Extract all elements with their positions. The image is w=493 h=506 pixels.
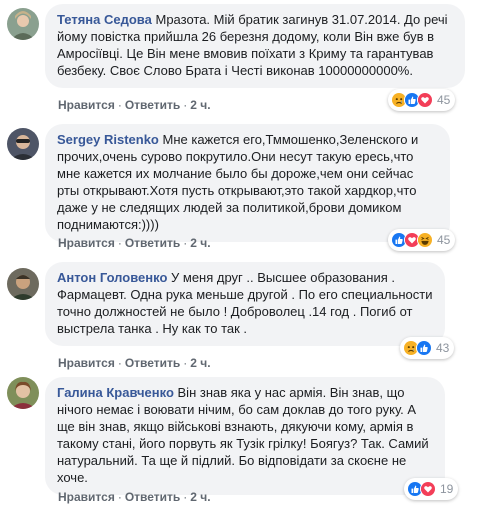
separator-dot: · [117, 236, 122, 250]
separator-dot: · [117, 490, 122, 504]
like-link[interactable]: Нравится [58, 356, 115, 370]
reaction-count: 45 [437, 233, 451, 247]
reactions-summary[interactable]: 45 [388, 229, 456, 251]
separator-dot: · [183, 236, 188, 250]
comment-text: Він знав яка у нас армія. Він знав, що н… [57, 385, 429, 485]
reactions-summary[interactable]: 19 [404, 478, 459, 500]
separator-dot: · [183, 490, 188, 504]
author-name[interactable]: Галина Кравченко [57, 385, 174, 400]
separator-dot: · [117, 356, 122, 370]
comment-bubble: Галина Кравченко Він знав яка у нас армі… [45, 377, 445, 495]
like-link[interactable]: Нравится [58, 490, 115, 504]
reply-link[interactable]: Ответить [125, 236, 180, 250]
like-link[interactable]: Нравится [58, 98, 115, 112]
avatar[interactable] [7, 128, 39, 160]
author-name[interactable]: Антон Головенко [57, 270, 167, 285]
timestamp[interactable]: 2 ч. [190, 356, 210, 370]
timestamp[interactable]: 2 ч. [190, 98, 210, 112]
like-icon [416, 340, 432, 356]
separator-dot: · [183, 356, 188, 370]
avatar[interactable] [7, 268, 39, 300]
comment-actions: Нравится · Ответить · 2 ч. [58, 97, 211, 113]
avatar[interactable] [7, 377, 39, 409]
separator-dot: · [117, 98, 122, 112]
comment-bubble: Sergey Ristenko Мне кажется его,Тммошенк… [45, 124, 450, 242]
avatar[interactable] [7, 8, 39, 40]
comment-bubble: Тетяна Седова Мразота. Мій братик загину… [45, 4, 465, 88]
comment-actions: Нравится · Ответить · 2 ч. [58, 355, 211, 371]
author-name[interactable]: Тетяна Седова [57, 12, 152, 27]
reactions-summary[interactable]: 45 [388, 89, 456, 111]
love-icon [420, 481, 436, 497]
like-link[interactable]: Нравится [58, 236, 115, 250]
reply-link[interactable]: Ответить [125, 490, 180, 504]
comment-actions: Нравится · Ответить · 2 ч. [58, 235, 211, 251]
love-icon [417, 92, 433, 108]
separator-dot: · [183, 98, 188, 112]
timestamp[interactable]: 2 ч. [190, 490, 210, 504]
timestamp[interactable]: 2 ч. [190, 236, 210, 250]
comment-actions: Нравится · Ответить · 2 ч. [58, 489, 211, 505]
reply-link[interactable]: Ответить [125, 356, 180, 370]
comment-text: Мне кажется его,Тммошенко,Зеленского и п… [57, 132, 419, 232]
reactions-summary[interactable]: 43 [400, 337, 455, 359]
author-name[interactable]: Sergey Ristenko [57, 132, 159, 147]
haha-icon [417, 232, 433, 248]
reaction-count: 43 [436, 341, 450, 355]
reaction-count: 19 [440, 482, 454, 496]
reaction-count: 45 [437, 93, 451, 107]
reply-link[interactable]: Ответить [125, 98, 180, 112]
comment-bubble: Антон Головенко У меня друг .. Высшее об… [45, 262, 445, 346]
